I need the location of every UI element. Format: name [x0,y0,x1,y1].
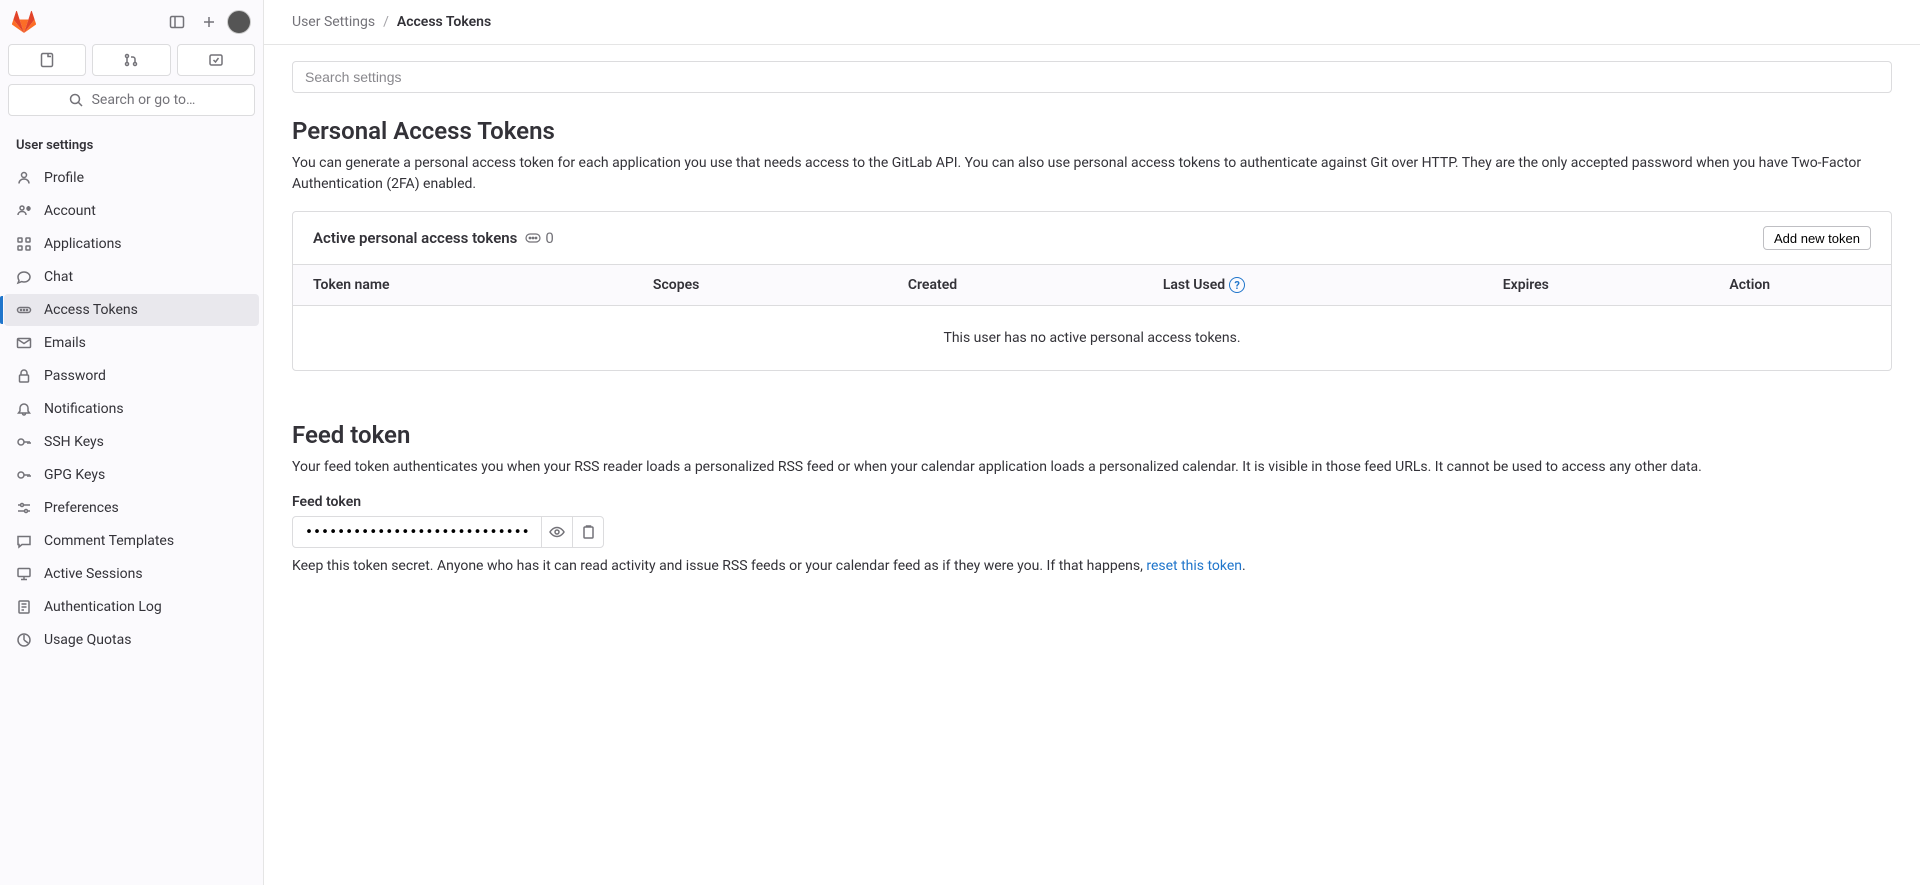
nav-comment-templates[interactable]: Comment Templates [4,525,259,557]
col-expires: Expires [1503,277,1730,293]
tokens-card: Active personal access tokens 0 Add new … [292,211,1892,371]
add-new-token-button[interactable]: Add new token [1763,226,1871,250]
profile-icon [16,170,32,186]
breadcrumb-separator: / [383,14,389,30]
eye-icon [549,524,565,540]
search-settings-input[interactable] [292,61,1892,93]
nav-usage-quotas[interactable]: Usage Quotas [4,624,259,656]
nav-gpg-keys[interactable]: GPG Keys [4,459,259,491]
token-count-badge: 0 [525,229,553,247]
empty-tokens-message: This user has no active personal access … [293,306,1891,370]
monitor-icon [16,566,32,582]
token-icon [16,302,32,318]
col-action: Action [1729,277,1871,293]
issues-shortcut-button[interactable] [8,44,86,76]
nav-active-sessions[interactable]: Active Sessions [4,558,259,590]
feed-token-input[interactable] [292,516,542,548]
col-scopes: Scopes [653,277,908,293]
search-label: Search or go to… [92,92,196,108]
comment-icon [16,533,32,549]
plus-icon[interactable] [195,8,223,36]
clipboard-icon [580,524,596,540]
reset-token-link[interactable]: reset this token [1146,558,1242,574]
feed-heading: Feed token [292,421,1892,449]
nav-preferences[interactable]: Preferences [4,492,259,524]
sidebar: Search or go to… User settings Profile A… [0,0,264,885]
nav-chat[interactable]: Chat [4,261,259,293]
bell-icon [16,401,32,417]
search-icon [68,92,84,108]
sidebar-top [0,0,263,44]
lock-icon [16,368,32,384]
applications-icon [16,236,32,252]
nav-ssh-keys[interactable]: SSH Keys [4,426,259,458]
key-icon [16,467,32,483]
reveal-token-button[interactable] [541,516,573,548]
active-tokens-label: Active personal access tokens [313,229,517,247]
breadcrumb-current: Access Tokens [397,14,491,30]
breadcrumb-parent[interactable]: User Settings [292,14,375,30]
nav-emails[interactable]: Emails [4,327,259,359]
nav-applications[interactable]: Applications [4,228,259,260]
email-icon [16,335,32,351]
col-last-used: Last Used ? [1163,277,1503,293]
breadcrumb: User Settings / Access Tokens [264,0,1920,45]
log-icon [16,599,32,615]
pat-description: You can generate a personal access token… [292,153,1892,195]
gitlab-logo[interactable] [12,10,36,34]
chat-icon [16,269,32,285]
token-badge-icon [525,232,541,244]
quota-icon [16,632,32,648]
nav-access-tokens[interactable]: Access Tokens [4,294,259,326]
copy-token-button[interactable] [572,516,604,548]
account-icon [16,203,32,219]
help-icon[interactable]: ? [1229,277,1245,293]
col-created: Created [908,277,1163,293]
sidebar-toggle-icon[interactable] [163,8,191,36]
nav-notifications[interactable]: Notifications [4,393,259,425]
feed-description: Your feed token authenticates you when y… [292,457,1892,478]
key-icon [16,434,32,450]
feed-token-label: Feed token [292,494,1892,510]
nav-password[interactable]: Password [4,360,259,392]
nav-profile[interactable]: Profile [4,162,259,194]
user-avatar[interactable] [227,10,251,34]
main-content: User Settings / Access Tokens Personal A… [264,0,1920,885]
tokens-table-header: Token name Scopes Created Last Used ? Ex… [293,265,1891,306]
col-token-name: Token name [313,277,653,293]
tokens-card-header: Active personal access tokens 0 Add new … [293,212,1891,265]
sidebar-heading: User settings [0,132,263,161]
preferences-icon [16,500,32,516]
nav-account[interactable]: Account [4,195,259,227]
search-button[interactable]: Search or go to… [8,84,255,116]
page-title: Personal Access Tokens [292,117,1892,145]
feed-help-text: Keep this token secret. Anyone who has i… [292,556,1892,577]
merge-requests-shortcut-button[interactable] [92,44,170,76]
nav-authentication-log[interactable]: Authentication Log [4,591,259,623]
todos-shortcut-button[interactable] [177,44,255,76]
